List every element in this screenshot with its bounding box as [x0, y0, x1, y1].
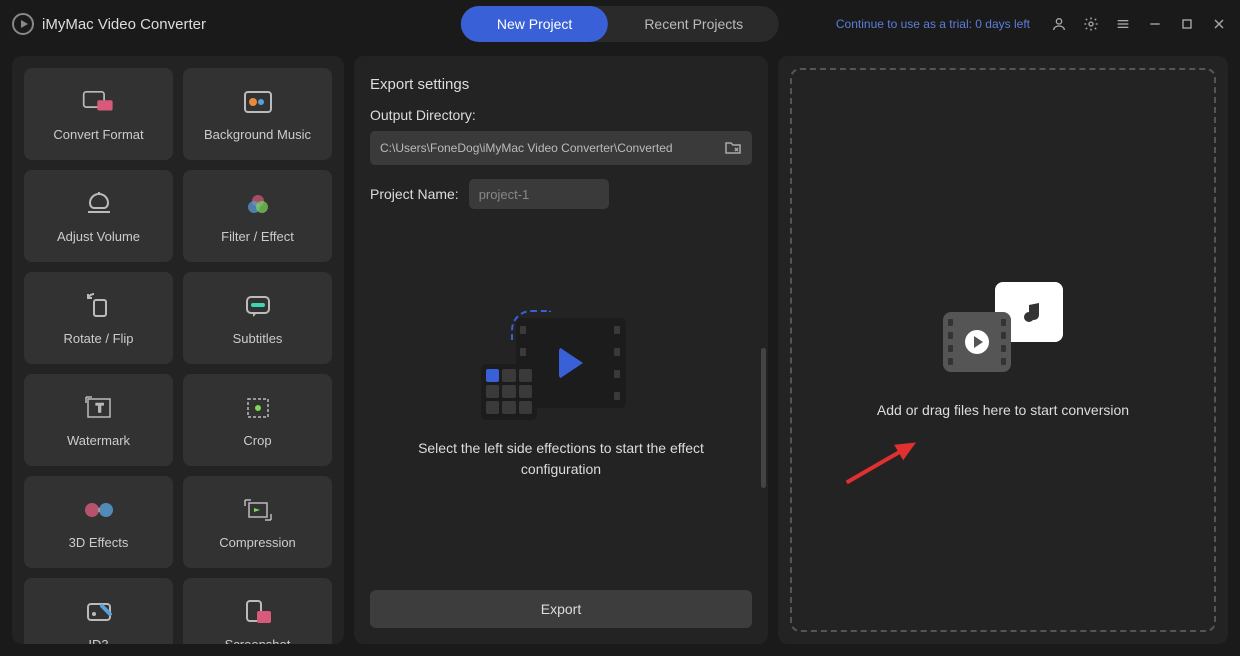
- tab-new-project[interactable]: New Project: [461, 6, 608, 42]
- background-music-icon: [241, 87, 275, 117]
- output-directory-row: C:\Users\FoneDog\iMyMac Video Converter\…: [370, 131, 752, 165]
- crop-icon: [241, 393, 275, 423]
- app-logo-icon: [12, 13, 34, 35]
- annotation-arrow-icon: [831, 430, 924, 501]
- adjust-volume-icon: [82, 189, 116, 219]
- tool-id3[interactable]: ID3: [24, 578, 173, 644]
- effect-illustration: [481, 310, 641, 420]
- tool-filter-effect[interactable]: Filter / Effect: [183, 170, 332, 262]
- minimize-button[interactable]: [1146, 15, 1164, 33]
- output-directory-label: Output Directory:: [370, 107, 752, 123]
- mid-scrollbar[interactable]: [761, 68, 766, 632]
- tool-label: Crop: [243, 433, 271, 448]
- tool-watermark[interactable]: T Watermark: [24, 374, 173, 466]
- tool-label: Subtitles: [233, 331, 283, 346]
- tool-label: Filter / Effect: [221, 229, 294, 244]
- user-icon[interactable]: [1050, 15, 1068, 33]
- tool-convert-format[interactable]: Convert Format: [24, 68, 173, 160]
- id3-icon: [82, 597, 116, 627]
- dropzone-illustration: [943, 282, 1063, 372]
- project-name-input[interactable]: [469, 179, 609, 209]
- tool-compression[interactable]: Compression: [183, 476, 332, 568]
- app-title: iMyMac Video Converter: [42, 16, 206, 33]
- tools-panel: Convert Format Background Music Adjust V…: [12, 56, 344, 644]
- file-dropzone[interactable]: Add or drag files here to start conversi…: [790, 68, 1216, 632]
- 3d-effects-icon: [82, 495, 116, 525]
- output-directory-path: C:\Users\FoneDog\iMyMac Video Converter\…: [380, 141, 724, 155]
- tool-screenshot[interactable]: Screenshot: [183, 578, 332, 644]
- close-button[interactable]: [1210, 15, 1228, 33]
- settings-icon[interactable]: [1082, 15, 1100, 33]
- convert-format-icon: [82, 87, 116, 117]
- tool-label: Adjust Volume: [57, 229, 140, 244]
- top-tabs: New Project Recent Projects: [461, 6, 779, 42]
- watermark-icon: T: [82, 393, 116, 423]
- tool-adjust-volume[interactable]: Adjust Volume: [24, 170, 173, 262]
- video-file-icon: [943, 312, 1011, 372]
- drop-panel: Add or drag files here to start conversi…: [778, 56, 1228, 644]
- filter-effect-icon: [241, 189, 275, 219]
- project-name-label: Project Name:: [370, 186, 459, 202]
- rotate-flip-icon: [82, 291, 116, 321]
- tool-label: Background Music: [204, 127, 311, 142]
- browse-folder-button[interactable]: [724, 140, 742, 156]
- titlebar: iMyMac Video Converter New Project Recen…: [0, 0, 1240, 48]
- tool-subtitles[interactable]: Subtitles: [183, 272, 332, 364]
- screenshot-icon: [241, 597, 275, 627]
- dropzone-text: Add or drag files here to start conversi…: [877, 402, 1129, 418]
- tool-label: Watermark: [67, 433, 130, 448]
- tool-3d-effects[interactable]: 3D Effects: [24, 476, 173, 568]
- compression-icon: [241, 495, 275, 525]
- tool-label: Rotate / Flip: [63, 331, 133, 346]
- menu-icon[interactable]: [1114, 15, 1132, 33]
- subtitles-icon: [241, 291, 275, 321]
- tool-rotate-flip[interactable]: Rotate / Flip: [24, 272, 173, 364]
- tool-background-music[interactable]: Background Music: [183, 68, 332, 160]
- tool-label: Compression: [219, 535, 296, 550]
- tool-label: Convert Format: [53, 127, 143, 142]
- export-heading: Export settings: [370, 76, 752, 93]
- tool-label: 3D Effects: [69, 535, 129, 550]
- export-panel: Export settings Output Directory: C:\Use…: [354, 56, 768, 644]
- tool-label: ID3: [88, 637, 108, 645]
- export-hint: Select the left side effections to start…: [411, 438, 711, 480]
- tab-recent-projects[interactable]: Recent Projects: [608, 6, 779, 42]
- tool-label: Screenshot: [225, 637, 291, 645]
- trial-status[interactable]: Continue to use as a trial: 0 days left: [836, 17, 1030, 31]
- tool-crop[interactable]: Crop: [183, 374, 332, 466]
- app-logo-area: iMyMac Video Converter: [12, 13, 206, 35]
- export-button[interactable]: Export: [370, 590, 752, 628]
- svg-text:T: T: [96, 401, 104, 415]
- maximize-button[interactable]: [1178, 15, 1196, 33]
